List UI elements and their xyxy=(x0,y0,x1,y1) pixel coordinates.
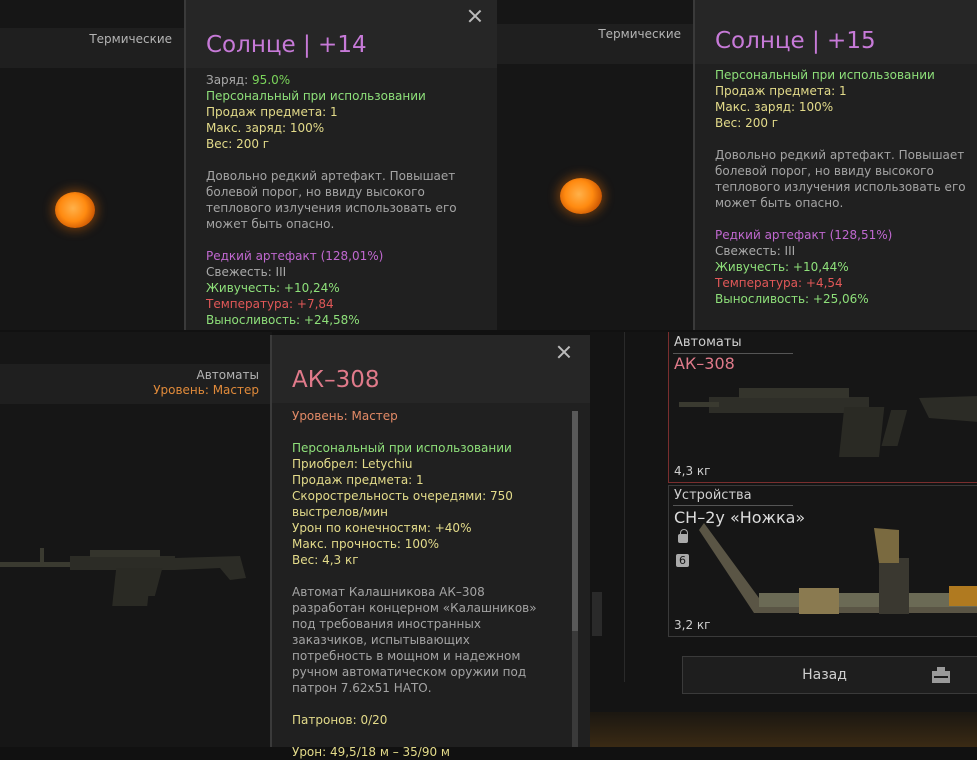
back-button-label: Назад xyxy=(802,667,847,683)
vitality-text: Живучесть: +10,24% xyxy=(206,281,340,295)
close-icon[interactable] xyxy=(557,345,571,359)
acquired-text: Приобрел: Letychiu xyxy=(292,457,413,471)
back-button[interactable]: Назад xyxy=(682,656,977,694)
personal-text: Персональный при использовании xyxy=(292,441,512,455)
artifact2-category: Термические xyxy=(598,27,681,41)
lock-icon xyxy=(678,529,688,543)
max-charge-text: Макс. заряд: 100% xyxy=(715,100,834,114)
divider xyxy=(673,505,793,506)
floor-gradient xyxy=(590,712,977,747)
description-text: Довольно редкий артефакт. Повышает болев… xyxy=(715,148,966,210)
stamina-text: Выносливость: +25,06% xyxy=(715,292,869,306)
sun-artifact-icon[interactable] xyxy=(55,192,95,228)
card-weight: 4,3 кг xyxy=(674,464,711,478)
artifact2-tooltip: Солнце | +15 Персональный при использова… xyxy=(693,0,977,330)
description-text: Довольно редкий артефакт. Повышает болев… xyxy=(206,169,457,231)
card-category: Устройства xyxy=(674,488,752,503)
weapon-level-side: Уровень: Мастер xyxy=(153,383,259,397)
weapon-tooltip: АК–308 Уровень: Мастер Персональный при … xyxy=(270,335,590,759)
weapon-title: АК–308 xyxy=(292,367,380,393)
artifact1-title: Солнце | +14 xyxy=(206,32,367,58)
artifact2-title: Солнце | +15 xyxy=(715,28,876,54)
temperature-text: Температура: +4,54 xyxy=(715,276,843,290)
tooltip-scrollbar[interactable] xyxy=(572,411,578,747)
artifact1-tooltip: Солнце | +14 Заряд: 95.0% Персональный п… xyxy=(184,0,499,330)
personal-text: Персональный при использовании xyxy=(715,68,935,82)
freshness-text: Свежесть: III xyxy=(206,265,287,279)
rarity-text: Редкий артефакт (128,01%) xyxy=(206,249,384,263)
sales-text: Продаж предмета: 1 xyxy=(292,473,424,487)
weight-text: Вес: 4,3 кг xyxy=(292,553,359,567)
description-text: Автомат Калашникова АК–308 разработан ко… xyxy=(292,585,537,695)
freshness-text: Свежесть: III xyxy=(715,244,796,258)
weight-text: Вес: 200 г xyxy=(715,116,779,130)
personal-text: Персональный при использовании xyxy=(206,89,426,103)
weapon-item-panel: Автоматы Уровень: Мастер xyxy=(0,332,272,747)
sun-artifact-icon[interactable] xyxy=(560,178,602,214)
max-charge-text: Макс. заряд: 100% xyxy=(206,121,325,135)
bipod-icon xyxy=(699,523,977,614)
artifact1-category: Термические xyxy=(89,32,172,46)
artifact1-item-panel: Термические xyxy=(0,0,186,330)
weight-text: Вес: 200 г xyxy=(206,137,270,151)
limb-damage-text: Урон по конечностям: +40% xyxy=(292,521,472,535)
durability-text: Макс. прочность: 100% xyxy=(292,537,440,551)
card-weight: 3,2 кг xyxy=(674,618,711,632)
weapon-level-text: Уровень: Мастер xyxy=(292,409,398,423)
weapon-category: Автоматы xyxy=(196,368,259,382)
inventory-card-bipod[interactable]: Устройства СН–2у «Ножка» 6 3,2 кг xyxy=(668,485,977,637)
rate-text: Скорострельность очередями: 750 xyxy=(292,489,513,503)
temperature-text: Температура: +7,84 xyxy=(206,297,334,311)
count-badge: 6 xyxy=(676,554,689,567)
vitality-text: Живучесть: +10,44% xyxy=(715,260,849,274)
sales-text: Продаж предмета: 1 xyxy=(715,84,847,98)
damage-text: Урон: 49,5/18 м – 35/90 м xyxy=(292,745,450,759)
ammo-text: Патронов: 0/20 xyxy=(292,713,388,727)
close-icon[interactable] xyxy=(468,9,482,23)
backpack-icon xyxy=(932,667,950,683)
card-category: Автоматы xyxy=(674,335,742,350)
rarity-text: Редкий артефакт (128,51%) xyxy=(715,228,893,242)
artifact2-item-panel: Термические xyxy=(497,0,693,330)
ak308-rifle-icon xyxy=(679,388,977,457)
stamina-text: Выносливость: +24,58% xyxy=(206,313,360,327)
sales-text: Продаж предмета: 1 xyxy=(206,105,338,119)
inventory-card-ak308[interactable]: Автоматы АК–308 4,3 кг xyxy=(668,332,977,483)
inventory-scrollbar[interactable] xyxy=(592,592,602,636)
rate-text-2: выстрелов/мин xyxy=(292,505,388,519)
divider xyxy=(624,332,625,682)
ak308-rifle-icon[interactable] xyxy=(0,532,260,622)
